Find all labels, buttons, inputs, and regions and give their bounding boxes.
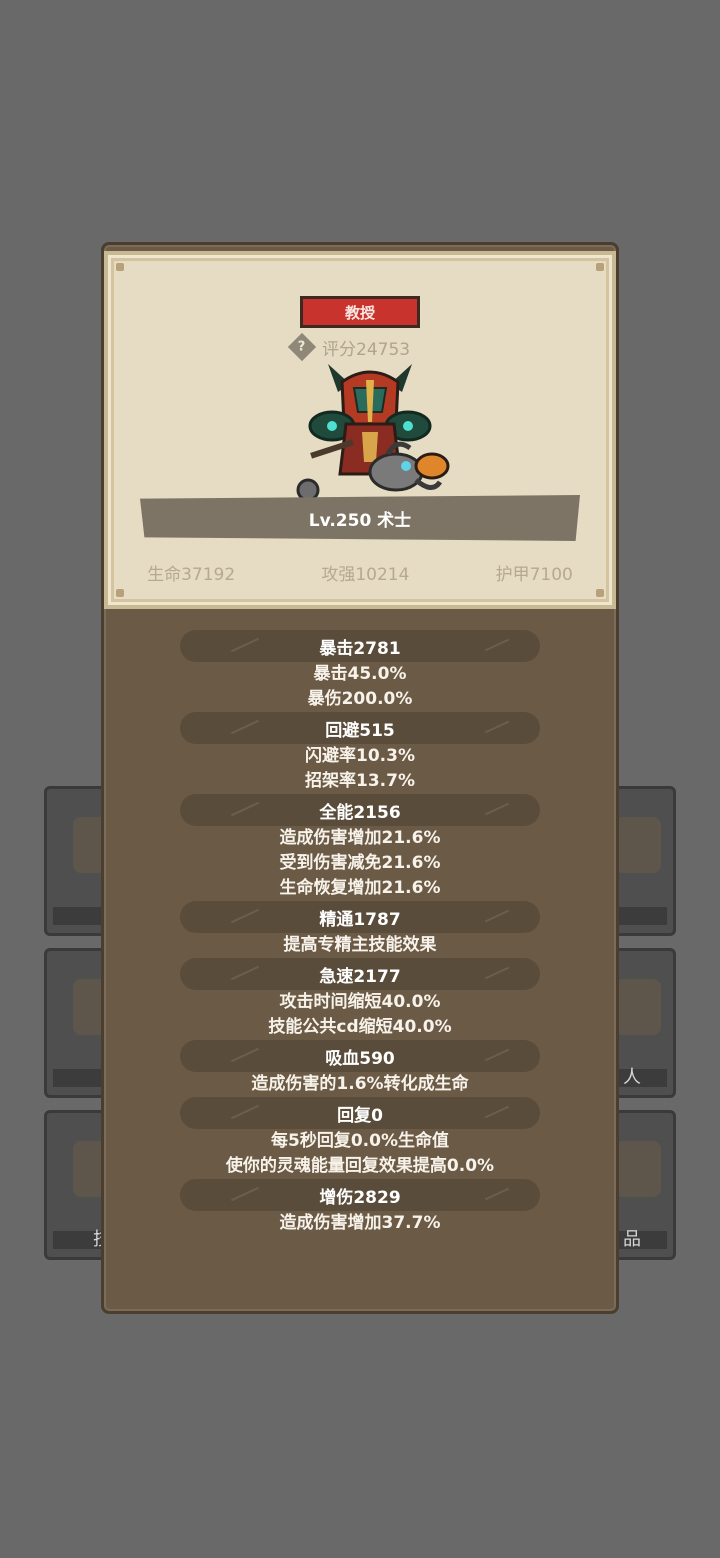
stat-detail-line: 造成伤害的1.6%转化成生命: [251, 1074, 469, 1094]
slot-label: 品: [623, 1229, 641, 1250]
stat-section-header: 回复0: [180, 1097, 540, 1129]
stat-detail-line: 攻击时间缩短40.0%: [279, 992, 441, 1012]
stat-detail-line: 暴伤200.0%: [307, 689, 413, 709]
card-rivet: [596, 263, 604, 271]
stat-detail-line: 暴击45.0%: [313, 664, 407, 684]
stat-detail-line: 提高专精主技能效果: [283, 935, 437, 955]
stat-section-header: 回避515: [180, 712, 540, 744]
stat-detail-line: 生命恢复增加21.6%: [279, 878, 441, 898]
secondary-stats-list: 暴击2781 暴击45.0% 暴伤200.0% 回避515 闪避率10.3% 招…: [104, 630, 616, 1236]
slot-label: 人: [623, 1067, 641, 1088]
stat-section-header: 精通1787: [180, 901, 540, 933]
score-label: 评分24753: [322, 339, 411, 360]
armor-stat: 护甲7100: [495, 564, 573, 585]
title-badge: 教授: [300, 296, 420, 328]
stat-section-header: 全能2156: [180, 794, 540, 826]
card-rivet: [116, 589, 124, 597]
stat-section-header: 急速2177: [180, 958, 540, 990]
score-row: ? 评分24753: [287, 332, 411, 362]
stat-detail-line: 使你的灵魂能量回复效果提高0.0%: [225, 1156, 495, 1176]
base-stats-row: 生命37192 攻强10214 护甲7100: [104, 558, 616, 586]
stat-section-header: 暴击2781: [180, 630, 540, 662]
help-icon[interactable]: ?: [287, 332, 317, 362]
stat-detail-line: 闪避率10.3%: [305, 746, 415, 766]
stat-section-header: 吸血590: [180, 1040, 540, 1072]
attack-power-stat: 攻强10214: [321, 564, 410, 585]
stat-detail-line: 受到伤害减免21.6%: [279, 853, 441, 873]
stat-detail-line: 造成伤害增加21.6%: [279, 828, 441, 848]
stat-detail-line: 技能公共cd缩短40.0%: [268, 1017, 452, 1037]
card-rivet: [116, 263, 124, 271]
stat-detail-line: 每5秒回复0.0%生命值: [271, 1131, 449, 1151]
equipment-icon: [615, 817, 661, 873]
health-stat: 生命37192: [147, 564, 236, 585]
equipment-icon: [615, 1141, 661, 1197]
card-rivet: [596, 589, 604, 597]
level-class-bar: Lv.250 术士: [140, 495, 580, 541]
equipment-icon: [615, 979, 661, 1035]
warlock-character-sprite: [296, 364, 450, 502]
stat-detail-line: 造成伤害增加37.7%: [279, 1213, 441, 1233]
stat-section-header: 增伤2829: [180, 1179, 540, 1211]
stat-detail-line: 招架率13.7%: [305, 771, 415, 791]
